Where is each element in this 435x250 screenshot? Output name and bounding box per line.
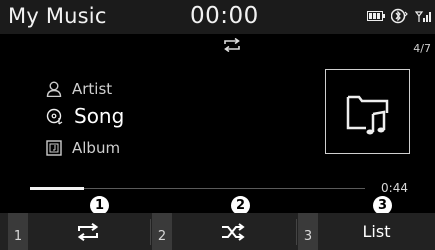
button-number-1: 1 [8,213,28,250]
track-counter: 4/7 [413,42,431,55]
bluetooth-phone-icon [391,8,408,24]
shuffle-button[interactable] [172,213,294,250]
album-art [325,69,410,154]
shuffle-icon [222,222,245,241]
album-label: Album [72,139,121,157]
repeat-slot: 1 [8,213,148,250]
list-button[interactable]: List [318,213,435,250]
status-icons [367,8,431,24]
shuffle-slot: 2 [152,213,294,250]
album-row: Album [46,139,120,157]
clock: 00:00 [190,3,259,29]
button-number-3: 3 [298,213,318,250]
bottom-toolbar: 1 2 3 List [0,213,435,250]
list-slot: 3 List [298,213,435,250]
title-bar: My Music 00:00 [0,0,435,34]
battery-icon [367,11,385,21]
progress-fill [30,187,84,190]
elapsed-time: 0:44 [381,181,408,195]
separator [150,219,151,245]
person-icon [46,81,62,97]
separator [296,219,297,245]
progress-bar[interactable] [30,187,365,190]
song-disc-icon [46,108,63,125]
repeat-button[interactable] [28,213,148,250]
artist-label: Artist [72,80,113,98]
signal-icon [415,11,431,22]
list-button-label: List [362,222,391,241]
button-number-2: 2 [152,213,172,250]
song-row: Song [46,104,124,128]
app-title: My Music [8,4,107,28]
artist-row: Artist [46,80,112,98]
album-icon [46,140,62,156]
repeat-mode-indicator-icon [224,38,240,52]
music-folder-icon [346,95,389,135]
song-label: Song [74,104,125,128]
repeat-icon [77,222,99,241]
